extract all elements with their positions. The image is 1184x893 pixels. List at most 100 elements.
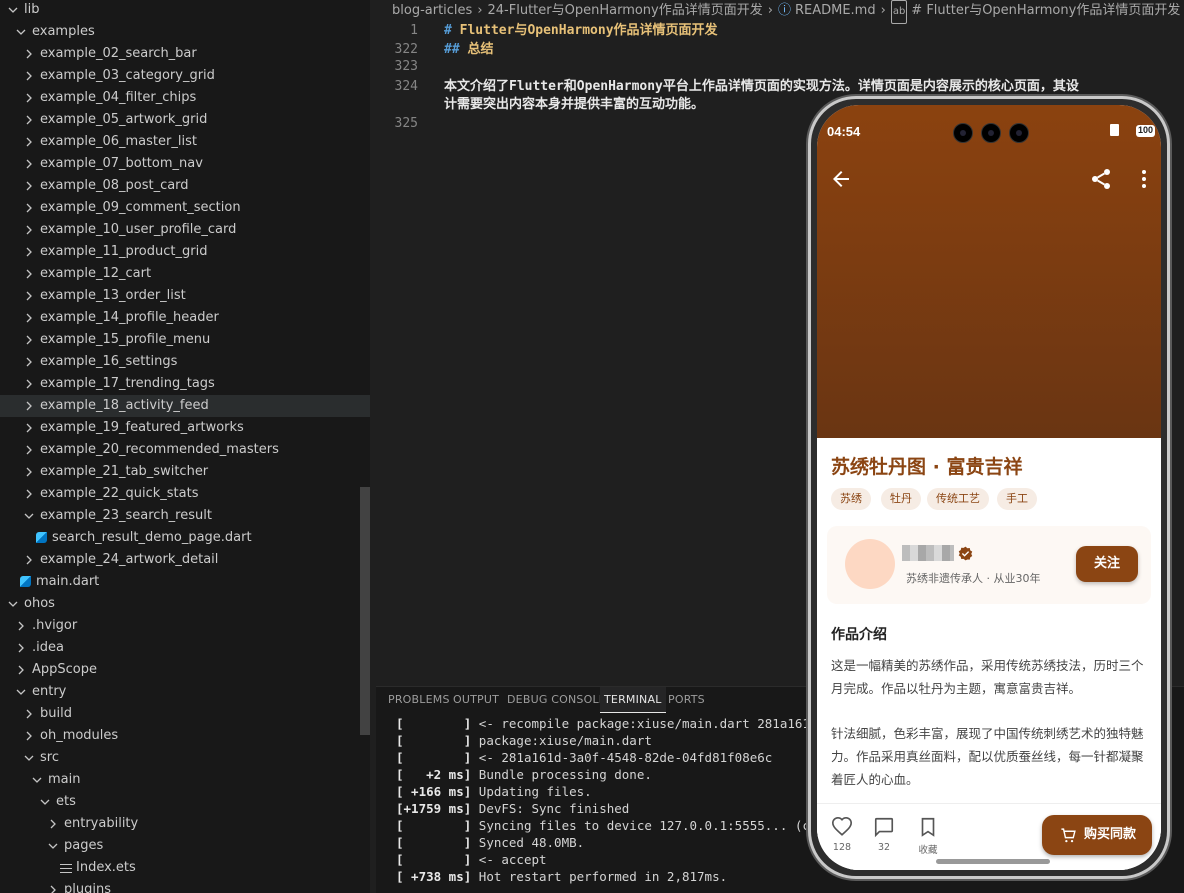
file-item[interactable]: search_result_demo_page.dart: [0, 527, 370, 549]
folder-item[interactable]: example_11_product_grid: [0, 241, 370, 263]
folder-item[interactable]: build: [0, 703, 370, 725]
terminal-line: [ ] Syncing files to device 127.0.0.1:55…: [396, 817, 840, 834]
terminal-line: [ +738 ms] Hot restart performed in 2,81…: [396, 868, 727, 885]
comment-button[interactable]: 32: [867, 816, 901, 853]
terminal-prefix: [ ]: [396, 835, 472, 850]
breadcrumb-folder[interactable]: blog-articles: [392, 0, 472, 22]
folder-item[interactable]: main: [0, 769, 370, 791]
tag-chip[interactable]: 传统工艺: [927, 488, 989, 510]
folder-item[interactable]: example_06_master_list: [0, 131, 370, 153]
file-item[interactable]: Index.ets: [0, 857, 370, 879]
favorite-button[interactable]: 收藏: [911, 816, 945, 856]
buy-same-button[interactable]: 购买同款: [1042, 815, 1152, 855]
terminal-prefix: [ ]: [396, 750, 472, 765]
breadcrumb-symbol[interactable]: # Flutter与OpenHarmony作品详情页面开发: [911, 0, 1180, 22]
folder-item[interactable]: example_12_cart: [0, 263, 370, 285]
line-number: 324: [394, 79, 418, 94]
folder-item[interactable]: example_24_artwork_detail: [0, 549, 370, 571]
folder-item[interactable]: AppScope: [0, 659, 370, 681]
home-indicator[interactable]: [936, 859, 1050, 864]
explorer-scrollbar[interactable]: [360, 487, 370, 735]
tree-item-label: example_17_trending_tags: [40, 376, 215, 391]
chevron-right-icon: [18, 665, 24, 675]
file-lines-icon: [60, 864, 72, 873]
terminal-prefix: [ ]: [396, 852, 472, 867]
tab-debug-console[interactable]: DEBUG CONSOLE: [507, 687, 606, 713]
avatar[interactable]: [845, 539, 895, 589]
comment-count: 32: [877, 842, 891, 853]
folder-item[interactable]: plugins: [0, 879, 370, 893]
folder-item[interactable]: example_02_search_bar: [0, 43, 370, 65]
artist-card[interactable]: 苏绣非遗传承人 · 从业30年 关注: [827, 526, 1151, 604]
tag-chip[interactable]: 苏绣: [831, 488, 871, 510]
folder-item[interactable]: example_13_order_list: [0, 285, 370, 307]
folder-item[interactable]: example_16_settings: [0, 351, 370, 373]
folder-item[interactable]: .hvigor: [0, 615, 370, 637]
terminal-prefix: [ +738 ms]: [396, 869, 472, 884]
heading-marker: #: [444, 23, 452, 38]
folder-item[interactable]: example_07_bottom_nav: [0, 153, 370, 175]
back-arrow-icon[interactable]: [829, 167, 853, 191]
chevron-right-icon: [26, 335, 32, 345]
folder-item[interactable]: example_04_filter_chips: [0, 87, 370, 109]
folder-item[interactable]: example_22_quick_stats: [0, 483, 370, 505]
tree-item-label: search_result_demo_page.dart: [52, 530, 252, 545]
tree-item-label: example_09_comment_section: [40, 200, 241, 215]
camera-icon: [953, 123, 973, 143]
camera-icon: [981, 123, 1001, 143]
tag-chip[interactable]: 手工: [997, 488, 1037, 510]
artist-name-blurred: [902, 545, 954, 561]
folder-item[interactable]: .idea: [0, 637, 370, 659]
tree-item-label: example_03_category_grid: [40, 68, 215, 83]
folder-item[interactable]: example_08_post_card: [0, 175, 370, 197]
battery-icon: 100: [1135, 125, 1155, 137]
chevron-right-icon: [26, 71, 32, 81]
like-button[interactable]: 128: [825, 816, 859, 853]
follow-button[interactable]: 关注: [1076, 546, 1138, 582]
tab-output[interactable]: OUTPUT: [453, 687, 499, 713]
folder-item[interactable]: example_23_search_result: [0, 505, 370, 527]
folder-item[interactable]: example_19_featured_artworks: [0, 417, 370, 439]
folder-item[interactable]: ohos: [0, 593, 370, 615]
breadcrumb: blog-articles › 24-Flutter与OpenHarmony作品详情…: [392, 0, 1180, 24]
paragraph-text: 本文介绍了Flutter和OpenHarmony平台上作品详情页面的实现方法。详…: [444, 79, 1079, 94]
tab-ports[interactable]: PORTS: [668, 687, 705, 713]
folder-item[interactable]: entry: [0, 681, 370, 703]
folder-item[interactable]: example_18_activity_feed: [0, 395, 370, 417]
chevron-right-icon: [26, 423, 32, 433]
chevron-down-icon: [32, 777, 42, 783]
folder-item[interactable]: example_03_category_grid: [0, 65, 370, 87]
breadcrumb-subfolder[interactable]: 24-Flutter与OpenHarmony作品详情页面开发: [488, 0, 763, 22]
folder-item[interactable]: pages: [0, 835, 370, 857]
terminal-text: Bundle processing done.: [471, 767, 652, 782]
artist-description: 苏绣非遗传承人 · 从业30年: [906, 572, 1041, 585]
folder-item[interactable]: example_15_profile_menu: [0, 329, 370, 351]
tree-item-label: example_13_order_list: [40, 288, 186, 303]
line-number: 325: [394, 116, 418, 131]
line-text: 计需要突出内容本身并提供丰富的互动功能。: [444, 95, 704, 114]
folder-item[interactable]: lib: [0, 0, 370, 21]
tab-terminal[interactable]: TERMINAL: [600, 687, 666, 713]
folder-item[interactable]: oh_modules: [0, 725, 370, 747]
folder-item[interactable]: example_10_user_profile_card: [0, 219, 370, 241]
folder-item[interactable]: example_05_artwork_grid: [0, 109, 370, 131]
tag-chip[interactable]: 牡丹: [881, 488, 921, 510]
tree-item-label: example_22_quick_stats: [40, 486, 199, 501]
folder-item[interactable]: examples: [0, 21, 370, 43]
folder-item[interactable]: ets: [0, 791, 370, 813]
folder-item[interactable]: example_17_trending_tags: [0, 373, 370, 395]
breadcrumb-file[interactable]: README.md: [795, 0, 876, 22]
more-vert-icon[interactable]: [1132, 167, 1156, 191]
chevron-right-icon: ›: [477, 3, 483, 18]
folder-item[interactable]: entryability: [0, 813, 370, 835]
line-text: # Flutter与OpenHarmony作品详情页面开发: [444, 21, 718, 40]
folder-item[interactable]: example_09_comment_section: [0, 197, 370, 219]
folder-item[interactable]: example_20_recommended_masters: [0, 439, 370, 461]
folder-item[interactable]: src: [0, 747, 370, 769]
folder-item[interactable]: example_21_tab_switcher: [0, 461, 370, 483]
share-icon[interactable]: [1089, 167, 1113, 191]
chevron-down-icon: [48, 843, 58, 849]
folder-item[interactable]: example_14_profile_header: [0, 307, 370, 329]
file-item[interactable]: main.dart: [0, 571, 370, 593]
tab-problems[interactable]: PROBLEMS: [388, 687, 450, 713]
